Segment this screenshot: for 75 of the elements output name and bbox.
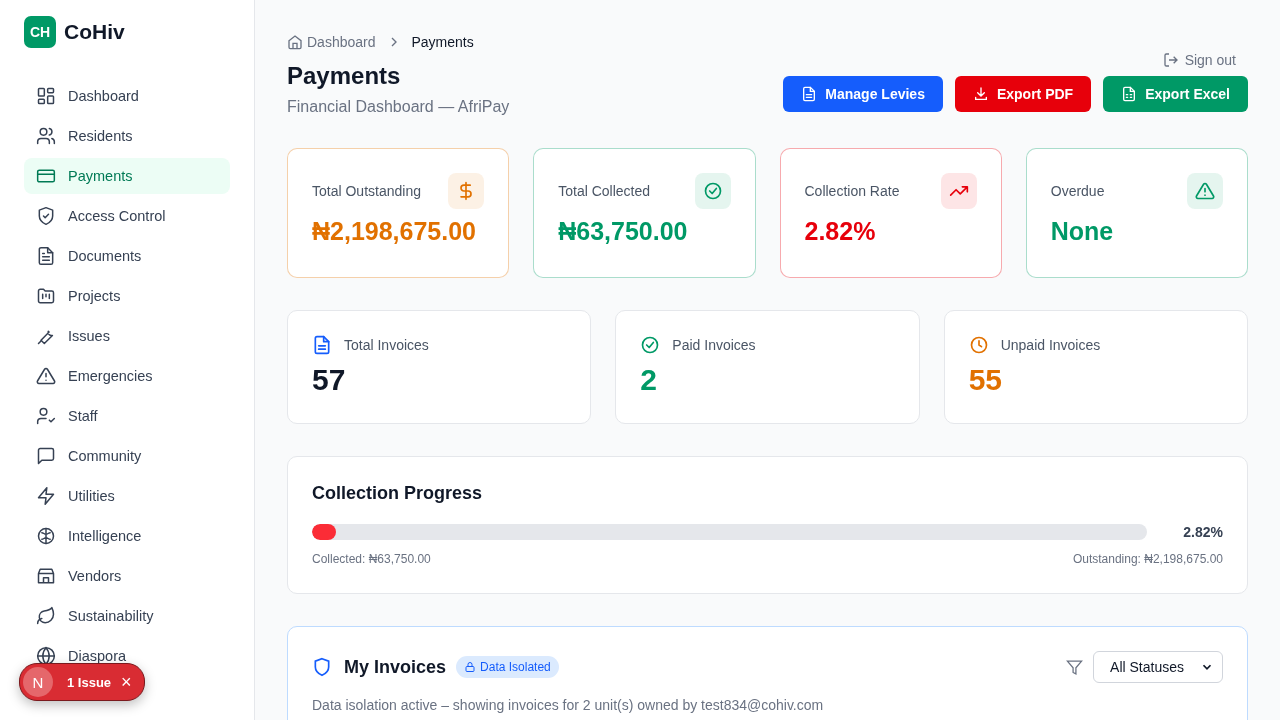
- sidebar-item[interactable]: Payments: [24, 158, 230, 194]
- page-subtitle: Financial Dashboard — AfriPay: [287, 98, 510, 116]
- progress-reading: 2.82%: [1183, 524, 1223, 540]
- nav-icon: [36, 286, 56, 306]
- nav-icon: [36, 406, 56, 426]
- nav-icon: [36, 446, 56, 466]
- sign-out-link[interactable]: Sign out: [1162, 52, 1236, 68]
- close-button[interactable]: ×: [121, 673, 132, 691]
- stat-label: Overdue: [1050, 183, 1105, 199]
- stat-value: 2.82%: [804, 217, 877, 246]
- sidebar-item[interactable]: Intelligence: [24, 518, 230, 554]
- brand-name: CoHiv: [64, 20, 125, 44]
- sidebar-item[interactable]: Access Control: [24, 198, 230, 234]
- invoice-count: 57: [312, 363, 347, 397]
- stat-label: Collection Rate: [804, 183, 900, 199]
- invoices-title: My Invoices: [344, 656, 447, 678]
- issue-toast[interactable]: N 1 Issue ×: [19, 663, 145, 701]
- sidebar-item[interactable]: Utilities: [24, 478, 230, 514]
- isolation-note: Data isolation active – showing invoices for 2 unit(s) owned by test834@cohiv.com: [312, 697, 825, 713]
- invoice-label: Unpaid Invoices: [1000, 337, 1101, 353]
- sidebar-item[interactable]: Projects: [24, 278, 230, 314]
- outstanding-text: Outstanding: ₦2,198,675.00: [1072, 552, 1223, 566]
- breadcrumb-link[interactable]: Dashboard: [307, 34, 376, 50]
- invoice-label: Total Invoices: [344, 337, 429, 353]
- action-button[interactable]: Manage Levies: [783, 76, 943, 112]
- stat-value: ₦63,750.00: [558, 217, 689, 246]
- shield-icon: [312, 657, 332, 677]
- trending-up-icon: [940, 173, 977, 209]
- nav-icon: [36, 486, 56, 506]
- lock-icon: [464, 661, 477, 673]
- sidebar-item[interactable]: Staff: [24, 398, 230, 434]
- nav-icon: [36, 606, 56, 626]
- sidebar-item[interactable]: Issues: [24, 318, 230, 354]
- nav-icon: [36, 366, 56, 386]
- dollar-icon: [448, 173, 485, 209]
- avatar: N: [23, 667, 53, 697]
- invoice-count: 55: [968, 363, 1004, 397]
- nav-icon: [36, 86, 56, 106]
- stat-value: ₦2,198,675.00: [312, 217, 478, 246]
- warning-icon: [1187, 173, 1223, 209]
- nav-icon: [36, 246, 56, 266]
- nav-icon: [36, 166, 56, 186]
- nav-icon: [36, 646, 56, 666]
- sidebar-item[interactable]: Emergencies: [24, 358, 230, 394]
- sidebar-item[interactable]: Dashboard: [24, 78, 230, 114]
- nav-icon: [36, 526, 56, 546]
- logo: CH: [24, 16, 56, 48]
- invoice-label: Paid Invoices: [672, 337, 756, 353]
- stat-value: None: [1050, 217, 1115, 246]
- sidebar-item[interactable]: Residents: [24, 118, 230, 154]
- action-button[interactable]: Export PDF: [954, 76, 1092, 112]
- collected-text: Collected: ₦63,750.00: [312, 552, 431, 566]
- stat-label: Total Collected: [558, 183, 651, 199]
- invoice-count: 2: [640, 363, 658, 397]
- progress-title: Collection Progress: [312, 483, 484, 504]
- sign-out-icon: [1162, 52, 1179, 68]
- stat-label: Total Outstanding: [312, 183, 421, 199]
- toast-label: 1 Issue: [67, 674, 112, 690]
- spreadsheet-icon: [1121, 86, 1138, 102]
- document-icon: [801, 86, 818, 102]
- filter-icon: [1066, 658, 1084, 676]
- nav-icon: [36, 206, 56, 226]
- breadcrumb-link[interactable]: Payments: [411, 34, 474, 50]
- status-dropdown[interactable]: All Statuses: [1093, 651, 1223, 683]
- sidebar-item[interactable]: Vendors: [24, 558, 230, 594]
- home-icon: [287, 34, 303, 50]
- nav-icon: [36, 126, 56, 146]
- isolation-badge: Data Isolated: [456, 656, 559, 678]
- download-icon: [972, 86, 989, 102]
- sidebar-item[interactable]: Community: [24, 438, 230, 474]
- action-button[interactable]: Export Excel: [1103, 76, 1248, 112]
- nav-icon: [36, 566, 56, 586]
- sidebar-item[interactable]: Sustainability: [24, 598, 230, 634]
- page-title: Payments: [287, 61, 402, 91]
- sidebar-item[interactable]: Documents: [24, 238, 230, 274]
